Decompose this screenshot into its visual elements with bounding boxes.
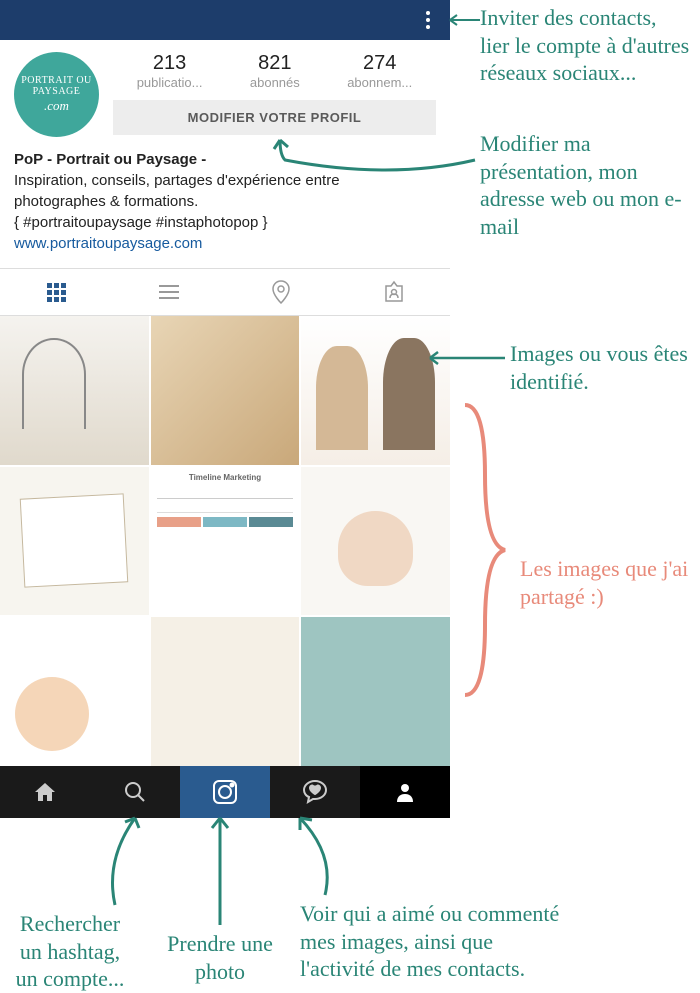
annotation-edit: Modifier ma présentation, mon adresse we… bbox=[480, 130, 690, 240]
arrow-to-search bbox=[95, 810, 155, 910]
photo-thumb[interactable] bbox=[301, 316, 450, 465]
annotation-activity: Voir qui a aimé ou commenté mes images, … bbox=[300, 900, 560, 983]
home-icon bbox=[33, 780, 57, 804]
nav-camera[interactable] bbox=[180, 766, 270, 818]
edit-profile-button[interactable]: MODIFIER VOTRE PROFIL bbox=[113, 100, 436, 135]
photo-thumb[interactable] bbox=[151, 316, 300, 465]
tagged-icon bbox=[382, 280, 406, 304]
bio-hashtags: { #portraitoupaysage #instaphotopop } bbox=[14, 212, 436, 233]
avatar-text-1: PORTRAIT OU PAYSAGE bbox=[14, 75, 99, 97]
stat-following-label: abonnem... bbox=[347, 75, 412, 90]
profile-header: PORTRAIT OU PAYSAGE .com 213 publicatio.… bbox=[0, 40, 450, 145]
photo-thumb[interactable] bbox=[0, 316, 149, 465]
stat-followers-label: abonnés bbox=[250, 75, 300, 90]
profile-icon bbox=[394, 781, 416, 803]
pin-icon bbox=[271, 280, 291, 304]
tab-tagged[interactable] bbox=[338, 269, 451, 315]
heart-bubble-icon bbox=[302, 779, 328, 805]
tab-places[interactable] bbox=[225, 269, 338, 315]
stat-followers-count: 821 bbox=[250, 52, 300, 75]
grid-icon bbox=[47, 283, 66, 302]
brace-shared bbox=[455, 400, 515, 700]
tab-list[interactable] bbox=[113, 269, 226, 315]
stat-following-count: 274 bbox=[347, 52, 412, 75]
annotation-camera: Prendre une photo bbox=[160, 930, 280, 985]
bio-section: PoP - Portrait ou Paysage - Inspiration,… bbox=[0, 145, 450, 268]
arrow-to-menu bbox=[445, 10, 485, 30]
top-bar bbox=[0, 0, 450, 40]
nav-search[interactable] bbox=[90, 766, 180, 818]
nav-home[interactable] bbox=[0, 766, 90, 818]
photo-thumb[interactable] bbox=[0, 467, 149, 616]
thumb-title: Timeline Marketing bbox=[151, 467, 300, 484]
bio-line: photographes & formations. bbox=[14, 191, 436, 212]
stat-posts[interactable]: 213 publicatio... bbox=[137, 52, 203, 90]
instagram-profile-screen: PORTRAIT OU PAYSAGE .com 213 publicatio.… bbox=[0, 0, 450, 818]
stat-posts-count: 213 bbox=[137, 52, 203, 75]
avatar-text-2: .com bbox=[44, 99, 69, 113]
nav-activity[interactable] bbox=[270, 766, 360, 818]
view-mode-tabs bbox=[0, 268, 450, 316]
stats-row: 213 publicatio... 821 abonnés 274 abonne… bbox=[113, 52, 436, 90]
avatar[interactable]: PORTRAIT OU PAYSAGE .com bbox=[14, 52, 99, 137]
photo-thumb[interactable] bbox=[151, 617, 300, 766]
stats-column: 213 publicatio... 821 abonnés 274 abonne… bbox=[113, 52, 436, 137]
annotation-tagged: Images ou vous êtes identifié. bbox=[510, 340, 690, 395]
arrow-to-activity bbox=[290, 810, 350, 900]
stat-followers[interactable]: 821 abonnés bbox=[250, 52, 300, 90]
annotation-search: Rechercher un hashtag, un compte... bbox=[10, 910, 130, 993]
photo-thumb[interactable] bbox=[301, 617, 450, 766]
menu-dots-icon[interactable] bbox=[418, 11, 438, 29]
nav-profile[interactable] bbox=[360, 766, 450, 818]
photo-thumb[interactable] bbox=[301, 467, 450, 616]
photo-thumb[interactable]: Timeline Marketing bbox=[151, 467, 300, 616]
profile-name: PoP - Portrait ou Paysage - bbox=[14, 149, 436, 170]
annotation-shared: Les images que j'ai partagé :) bbox=[520, 555, 690, 610]
photo-grid: Timeline Marketing bbox=[0, 316, 450, 766]
bio-line: Inspiration, conseils, partages d'expéri… bbox=[14, 170, 436, 191]
photo-thumb[interactable] bbox=[0, 617, 149, 766]
annotation-menu: Inviter des contacts, lier le compte à d… bbox=[480, 4, 690, 87]
list-icon bbox=[159, 285, 179, 299]
profile-url[interactable]: www.portraitoupaysage.com bbox=[14, 233, 436, 254]
stat-following[interactable]: 274 abonnem... bbox=[347, 52, 412, 90]
arrow-to-camera bbox=[200, 810, 240, 930]
tab-grid[interactable] bbox=[0, 269, 113, 315]
stat-posts-label: publicatio... bbox=[137, 75, 203, 90]
bottom-nav bbox=[0, 766, 450, 818]
search-icon bbox=[123, 780, 147, 804]
camera-icon bbox=[211, 778, 239, 806]
